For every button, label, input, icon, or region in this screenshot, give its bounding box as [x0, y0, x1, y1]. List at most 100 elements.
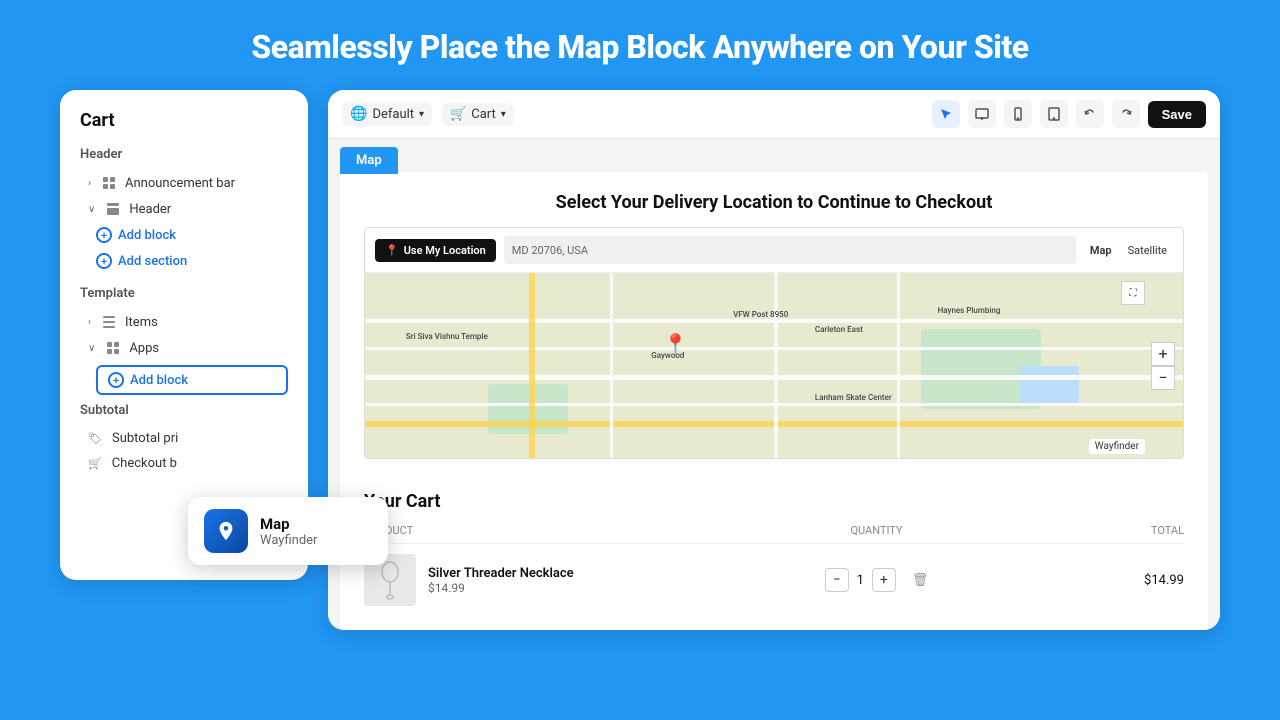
layout-icon: [105, 201, 121, 217]
map-type-buttons: Map Satellite: [1084, 242, 1173, 259]
cart-table-header: PRODUCT QUANTITY TOTAL: [364, 524, 1184, 544]
wayfinder-label: Wayfinder: [1089, 439, 1145, 454]
chevron-down-apps-icon: ∨: [88, 343, 95, 354]
add-section-label: Add section: [118, 254, 187, 269]
sidebar-item-apps[interactable]: ∨ Apps: [80, 335, 288, 361]
sidebar-item-subtotal-price[interactable]: 🏷 Subtotal pri: [80, 426, 288, 451]
default-dropdown[interactable]: 🌐 Default ▾: [342, 102, 432, 126]
zoom-in-button[interactable]: +: [1151, 342, 1175, 366]
zoom-controls: + −: [1151, 342, 1175, 390]
sidebar-title: Cart: [80, 110, 288, 131]
decrease-qty-button[interactable]: −: [825, 568, 849, 592]
subtotal-label: Subtotal: [80, 403, 288, 418]
map-search-bar: 📍 Use My Location MD 20706, USA Map Sate…: [365, 228, 1183, 273]
default-label: Default: [372, 107, 414, 122]
col-product-header: PRODUCT: [364, 524, 774, 537]
sidebar-item-announcement[interactable]: › Announcement bar: [80, 170, 288, 196]
save-button[interactable]: Save: [1148, 101, 1206, 128]
address-value: MD 20706, USA: [512, 244, 588, 257]
checkout-b-label: Checkout b: [112, 456, 177, 471]
map-label-5: VFW Post 8950: [733, 310, 788, 319]
plus-circle-active-icon: +: [108, 372, 124, 388]
tag-icon: 🏷: [88, 432, 102, 445]
add-block-active-label: Add block: [130, 373, 188, 388]
cart-item-name: Silver Threader Necklace: [428, 566, 774, 581]
col-quantity-header: QUANTITY: [774, 524, 979, 537]
cart-label: Cart: [471, 107, 496, 122]
increase-qty-button[interactable]: +: [872, 568, 896, 592]
globe-icon: 🌐: [350, 106, 367, 122]
fullscreen-button[interactable]: ⛶: [1121, 281, 1145, 305]
sidebar-item-checkout[interactable]: 🛒 Checkout b: [80, 451, 288, 476]
add-block-label: Add block: [118, 228, 176, 243]
map-pin: 📍: [663, 332, 688, 356]
plus-circle-section-icon: +: [96, 253, 112, 269]
cart-item-total: $14.99: [979, 573, 1184, 588]
chevron-right-icon: ›: [88, 178, 91, 189]
browser-content: Map Select Your Delivery Location to Con…: [328, 139, 1220, 630]
grid-icon: [101, 175, 117, 191]
list-icon: [101, 314, 117, 330]
add-section-button[interactable]: + Add section: [80, 248, 288, 274]
template-label: Template: [80, 286, 288, 301]
map-label-2: Haynes Plumbing: [938, 306, 1001, 315]
map-label-6: Lanham Skate Center: [815, 393, 892, 402]
tooltip-title: Map: [260, 515, 317, 533]
map-tooltip-text: Map Wayfinder: [260, 515, 317, 548]
announcement-bar-label: Announcement bar: [125, 176, 235, 191]
browser-toolbar: 🌐 Default ▾ 🛒 Cart ▾: [328, 90, 1220, 139]
delivery-title: Select Your Delivery Location to Continu…: [364, 192, 1184, 213]
location-icon: 📍: [385, 244, 399, 257]
cart-item-info: Silver Threader Necklace $14.99: [428, 566, 774, 595]
checkout-icon: 🛒: [88, 457, 102, 470]
select-tool-button[interactable]: [932, 100, 960, 128]
items-label: Items: [125, 315, 158, 330]
zoom-out-button[interactable]: −: [1151, 366, 1175, 390]
chevron-down-default-icon: ▾: [419, 109, 424, 120]
subtotal-pri-label: Subtotal pri: [112, 431, 178, 446]
map-area: Carleton East Haynes Plumbing Gaywood Sr…: [365, 273, 1183, 458]
use-location-button[interactable]: 📍 Use My Location: [375, 239, 496, 262]
chevron-right-items-icon: ›: [88, 317, 91, 328]
cart-dropdown[interactable]: 🛒 Cart ▾: [442, 103, 514, 126]
delete-item-button[interactable]: 🗑: [912, 573, 929, 588]
map-tooltip-icon: [204, 509, 248, 553]
map-view-button[interactable]: Map: [1084, 242, 1118, 259]
plus-circle-icon: +: [96, 227, 112, 243]
add-block-button[interactable]: + Add block: [80, 222, 288, 248]
your-cart-section: Your Cart PRODUCT QUANTITY TOTAL: [364, 475, 1184, 606]
satellite-view-button[interactable]: Satellite: [1122, 242, 1173, 259]
sidebar-item-items[interactable]: › Items: [80, 309, 288, 335]
tooltip-subtitle: Wayfinder: [260, 533, 317, 548]
sidebar-header-label: Header: [80, 147, 288, 162]
use-location-label: Use My Location: [404, 244, 486, 257]
mobile-view-button[interactable]: [1004, 100, 1032, 128]
chevron-down-icon: ∨: [88, 204, 95, 215]
toolbar-left: 🌐 Default ▾ 🛒 Cart ▾: [342, 102, 514, 126]
cart-icon: 🛒: [450, 107, 466, 122]
quantity-value: 1: [857, 573, 864, 588]
page-title: Seamlessly Place the Map Block Anywhere …: [0, 0, 1280, 90]
store-page: Select Your Delivery Location to Continu…: [340, 172, 1208, 630]
add-block-active-button[interactable]: + Add block: [96, 365, 288, 395]
header-item-label: Header: [129, 202, 171, 217]
table-row: Silver Threader Necklace $14.99 − 1 + 🗑 …: [364, 554, 1184, 606]
undo-button[interactable]: [1076, 100, 1104, 128]
map-tooltip-popup: Map Wayfinder: [188, 497, 388, 565]
your-cart-title: Your Cart: [364, 491, 1184, 512]
col-total-header: TOTAL: [979, 524, 1184, 537]
map-label-4: Sri Siva Vishnu Temple: [406, 332, 488, 341]
address-input[interactable]: MD 20706, USA: [504, 236, 1076, 264]
redo-button[interactable]: [1112, 100, 1140, 128]
cart-item-price: $14.99: [428, 581, 774, 595]
chevron-down-cart-icon: ▾: [501, 109, 506, 120]
quantity-controls: − 1 + 🗑: [774, 568, 979, 592]
sidebar-item-header[interactable]: ∨ Header: [80, 196, 288, 222]
tablet-view-button[interactable]: [1040, 100, 1068, 128]
map-tab[interactable]: Map: [340, 147, 398, 174]
toolbar-right: Save: [932, 100, 1206, 128]
apps-label: Apps: [129, 341, 159, 356]
desktop-view-button[interactable]: [968, 100, 996, 128]
apps-icon: [105, 340, 121, 356]
browser-panel: 🌐 Default ▾ 🛒 Cart ▾: [328, 90, 1220, 630]
